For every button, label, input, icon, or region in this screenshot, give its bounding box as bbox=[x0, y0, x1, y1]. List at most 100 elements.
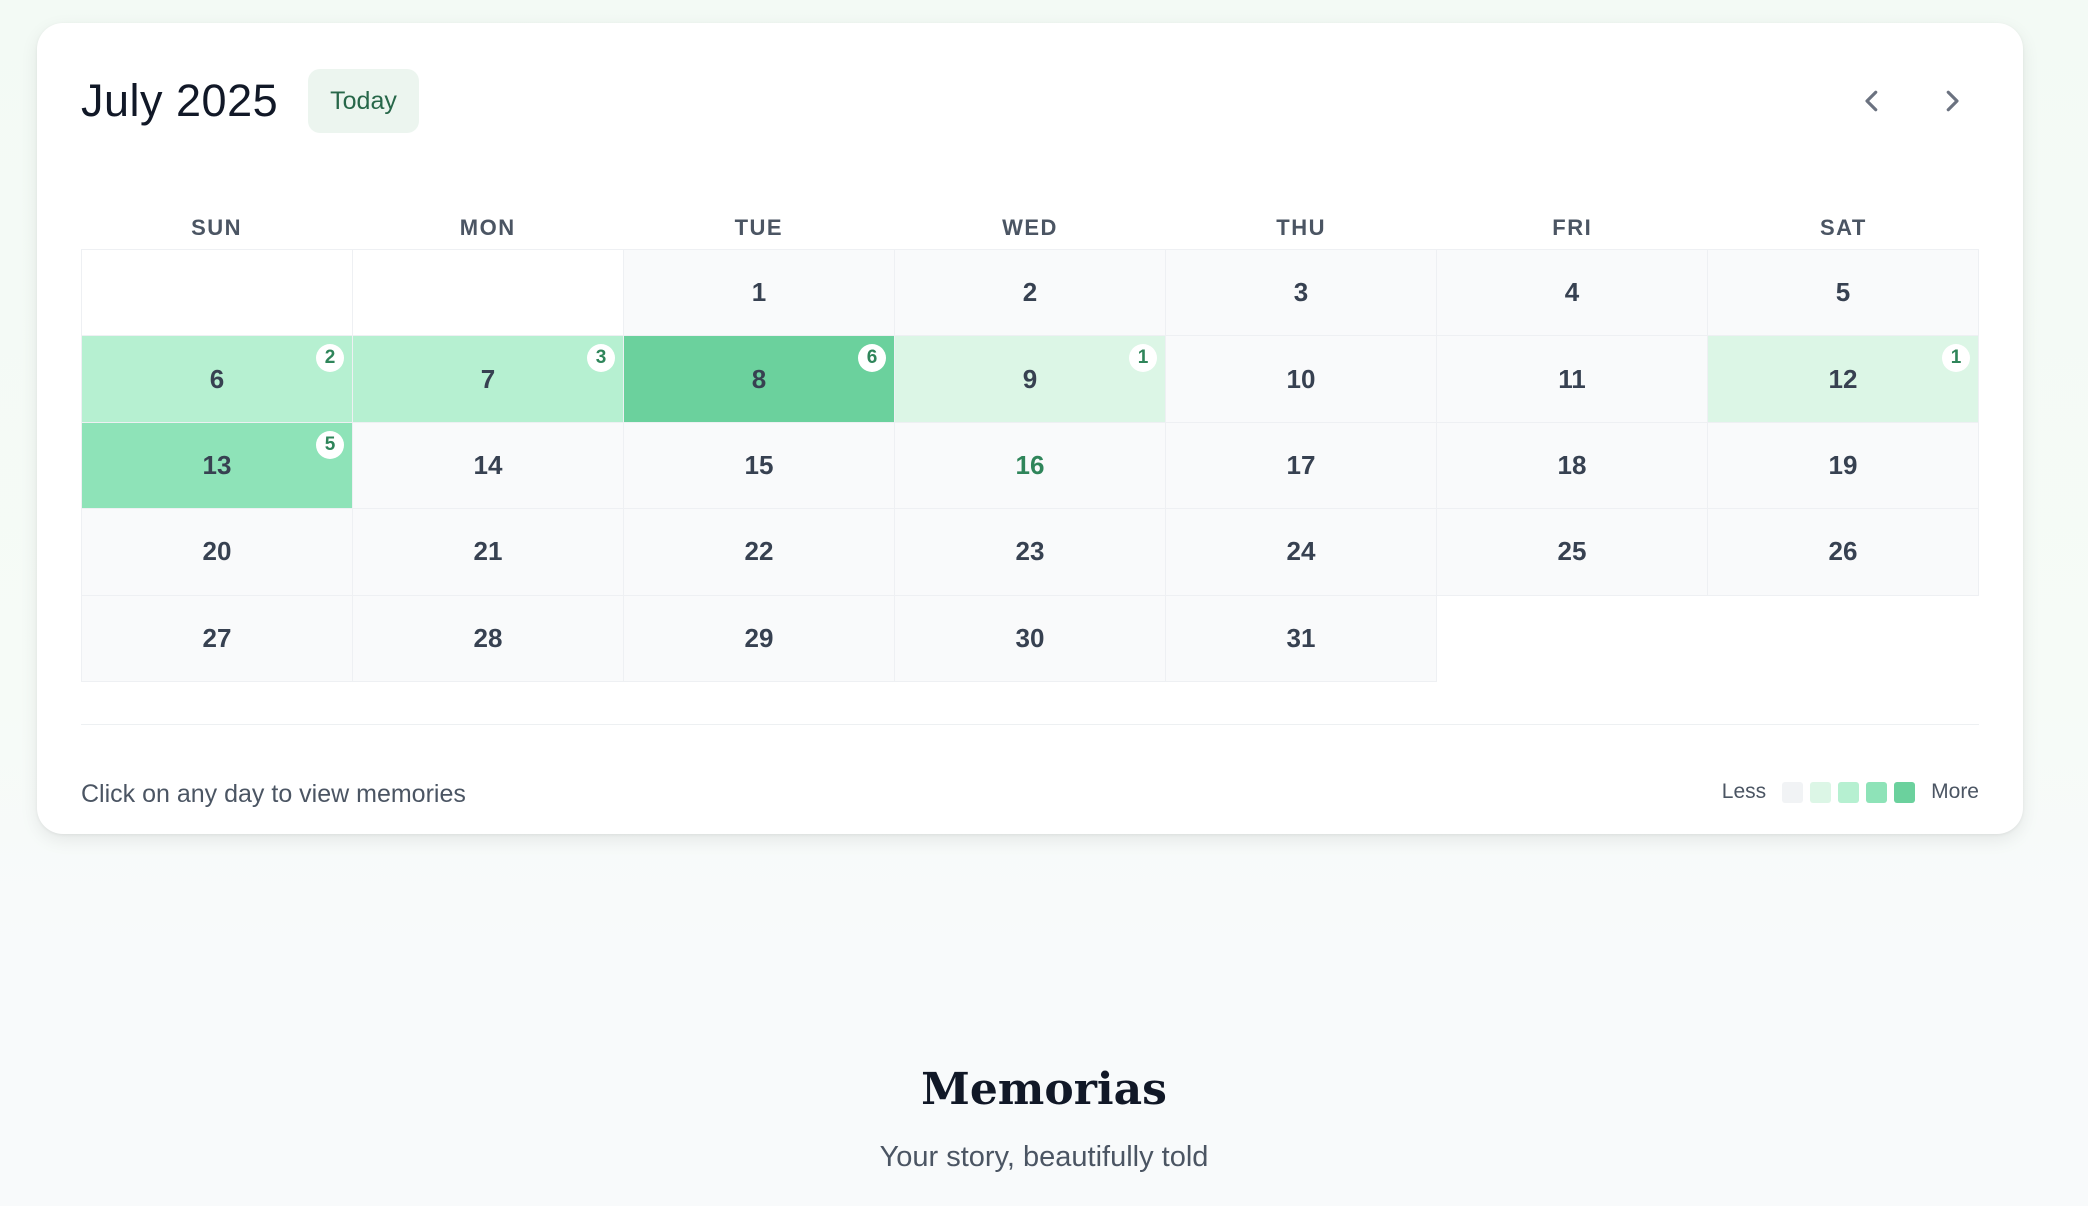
calendar-card: July 2025 Today SUN MON TUE WED THU FRI SAT 12… bbox=[37, 23, 2023, 834]
brand-tagline: Your story, beautifully told bbox=[879, 1141, 1209, 1173]
calendar-day[interactable]: 28 bbox=[353, 595, 624, 682]
day-number: 11 bbox=[1558, 363, 1586, 394]
calendar-day[interactable]: 23 bbox=[895, 509, 1166, 596]
next-month-button[interactable] bbox=[1925, 74, 1979, 128]
memory-count-badge: 6 bbox=[858, 344, 886, 373]
calendar-day[interactable]: 19 bbox=[1708, 422, 1979, 510]
calendar-trailing-cell bbox=[1437, 596, 1708, 682]
day-number: 8 bbox=[751, 363, 767, 394]
calendar-day[interactable]: 4 bbox=[1437, 250, 1708, 337]
weekday-label: SAT bbox=[1819, 215, 1867, 240]
day-number: 25 bbox=[1557, 536, 1587, 567]
day-number: 23 bbox=[1015, 536, 1045, 567]
day-number: 2 bbox=[1022, 277, 1038, 308]
calendar-trailing-cell bbox=[1708, 596, 1979, 682]
day-number: 5 bbox=[1835, 277, 1851, 308]
day-number: 29 bbox=[744, 622, 774, 653]
calendar-day[interactable]: 18 bbox=[1437, 422, 1708, 510]
day-number: 19 bbox=[1828, 449, 1858, 480]
calendar-day[interactable]: 21 bbox=[353, 509, 624, 596]
calendar-day[interactable]: 22 bbox=[624, 509, 895, 596]
day-number: 7 bbox=[480, 363, 496, 394]
weekday-header-row: SUN MON TUE WED THU FRI SAT bbox=[81, 203, 1979, 253]
memory-count-badge: 1 bbox=[1942, 344, 1970, 373]
day-number: 20 bbox=[202, 536, 232, 567]
month-title: July 2025 bbox=[81, 75, 279, 126]
calendar-day[interactable]: 29 bbox=[624, 595, 895, 682]
day-number: 12 bbox=[1828, 363, 1858, 394]
calendar-day[interactable]: 73 bbox=[353, 336, 624, 423]
memory-count-badge: 1 bbox=[1129, 344, 1157, 373]
calendar-day[interactable]: 27 bbox=[82, 595, 353, 682]
calendar-header: July 2025 Today bbox=[81, 69, 1979, 133]
divider bbox=[81, 724, 1979, 725]
day-number: 6 bbox=[209, 363, 225, 394]
calendar-day[interactable]: 11 bbox=[1437, 336, 1708, 423]
day-number: 30 bbox=[1015, 622, 1045, 653]
weekday-label: TUE bbox=[734, 215, 784, 240]
weekday-label: MON bbox=[459, 215, 516, 240]
legend-swatch-level-4 bbox=[1894, 781, 1916, 803]
calendar-day[interactable]: 17 bbox=[1166, 422, 1437, 510]
calendar-day[interactable]: 24 bbox=[1166, 509, 1437, 596]
legend-swatch-level-2 bbox=[1838, 781, 1860, 803]
calendar-day[interactable]: 5 bbox=[1708, 250, 1979, 337]
legend-swatch-level-3 bbox=[1866, 781, 1888, 803]
day-number: 9 bbox=[1022, 363, 1038, 394]
day-number: 27 bbox=[202, 622, 232, 653]
calendar-day[interactable]: 91 bbox=[895, 336, 1166, 423]
brand-title: Memorias bbox=[921, 1064, 1167, 1115]
day-number: 21 bbox=[473, 536, 503, 567]
calendar-day[interactable]: 12 1 bbox=[1708, 336, 1979, 423]
calendar-day[interactable]: 1 bbox=[624, 250, 895, 337]
calendar-empty-cell bbox=[353, 250, 624, 337]
activity-legend: Less More bbox=[1722, 780, 1979, 804]
weekday-label: FRI bbox=[1552, 215, 1593, 240]
calendar-day[interactable]: 62 bbox=[82, 336, 353, 423]
day-number: 1 bbox=[751, 277, 767, 308]
month-navigation bbox=[1845, 74, 1979, 128]
day-number: 15 bbox=[744, 449, 774, 480]
calendar-day[interactable]: 25 bbox=[1437, 509, 1708, 596]
day-number: 28 bbox=[473, 622, 503, 653]
calendar-day[interactable]: 30 bbox=[895, 595, 1166, 682]
memory-count-badge: 2 bbox=[316, 344, 344, 373]
memory-count-badge: 3 bbox=[587, 344, 615, 373]
calendar-hint: Click on any day to view memories bbox=[81, 780, 466, 808]
previous-month-button[interactable] bbox=[1845, 74, 1899, 128]
calendar-grid: 1 2 3 4 5 6 2 7 3 8 6 9 1 10 11 12 1 13 5 14 15 16 17 18 19 20 21 2… bbox=[81, 249, 1979, 682]
day-number: 3 bbox=[1293, 277, 1309, 308]
today-button[interactable]: Today bbox=[308, 69, 419, 133]
day-number: 22 bbox=[744, 536, 774, 567]
day-number: 17 bbox=[1286, 449, 1316, 480]
calendar-day[interactable]: 13 5 bbox=[82, 422, 353, 510]
weekday-label: SUN bbox=[191, 215, 243, 240]
legend-swatch-level-1 bbox=[1810, 781, 1832, 803]
legend-more-label: More bbox=[1931, 780, 1979, 803]
weekday-label: THU bbox=[1276, 215, 1326, 240]
legend-swatches bbox=[1782, 781, 1916, 803]
calendar-day[interactable]: 10 bbox=[1166, 336, 1437, 423]
calendar-day[interactable]: 2 bbox=[895, 250, 1166, 337]
calendar-day[interactable]: 20 bbox=[82, 509, 353, 596]
legend-swatch-level-0 bbox=[1782, 781, 1804, 803]
calendar-day[interactable]: 31 bbox=[1166, 595, 1437, 682]
day-number: 31 bbox=[1286, 622, 1316, 653]
day-number: 14 bbox=[473, 449, 503, 480]
calendar-day[interactable]: 14 bbox=[353, 422, 624, 510]
day-number: 10 bbox=[1286, 363, 1316, 394]
calendar-empty-cell bbox=[82, 250, 353, 337]
calendar-day[interactable]: 3 bbox=[1166, 250, 1437, 337]
calendar-day[interactable]: 15 bbox=[624, 422, 895, 510]
calendar-day-today[interactable]: 16 bbox=[895, 422, 1166, 510]
day-number: 24 bbox=[1286, 536, 1316, 567]
legend-less-label: Less bbox=[1721, 780, 1767, 803]
chevron-left-icon bbox=[1865, 90, 1878, 112]
calendar-day[interactable]: 86 bbox=[624, 336, 895, 423]
day-number: 26 bbox=[1828, 536, 1858, 567]
chevron-right-icon bbox=[1946, 90, 1959, 112]
weekday-label: WED bbox=[1002, 215, 1058, 240]
memory-count-badge: 5 bbox=[316, 430, 344, 459]
day-number: 4 bbox=[1564, 277, 1580, 308]
calendar-day[interactable]: 26 bbox=[1708, 509, 1979, 596]
